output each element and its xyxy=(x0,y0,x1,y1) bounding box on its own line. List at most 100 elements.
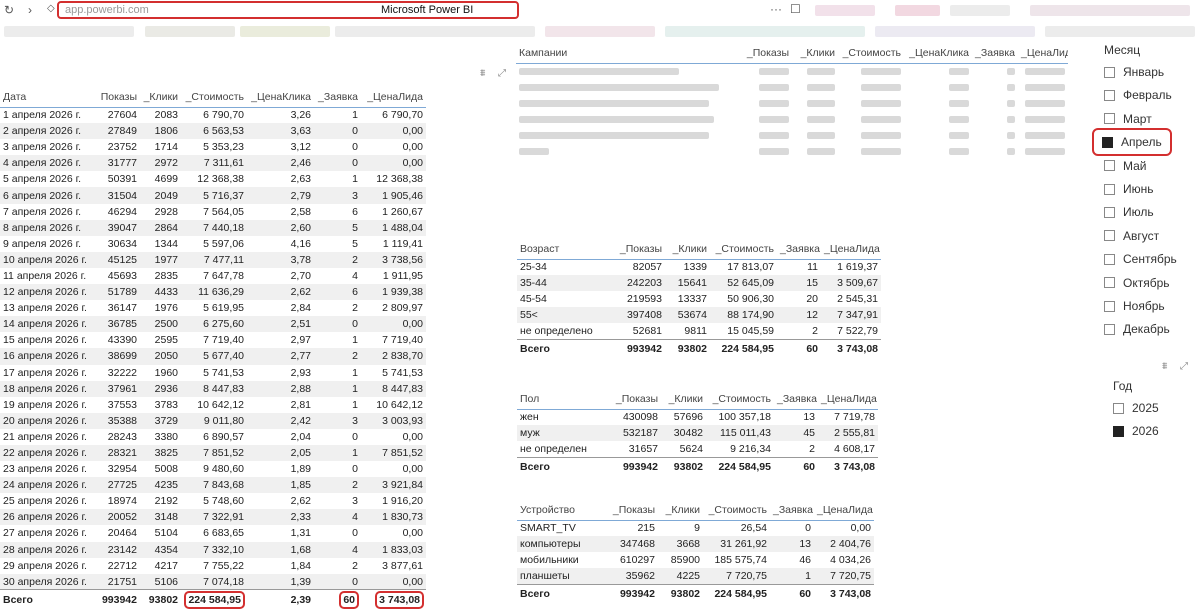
column-header[interactable]: _ЦенаКлика xyxy=(247,87,314,108)
table-row[interactable] xyxy=(516,63,1068,79)
column-header[interactable]: _ЦенаЛида xyxy=(814,500,874,521)
checkbox[interactable] xyxy=(1113,402,1124,414)
table-row[interactable]: 13 апреля 2026 г. 36147 1976 5 619,95 2,84 2 2… xyxy=(0,300,426,316)
table-row[interactable]: 29 апреля 2026 г. 22712 4217 7 755,22 1,84 2 3… xyxy=(0,558,426,574)
checkbox[interactable] xyxy=(1104,253,1115,265)
table-row[interactable]: 3 апреля 2026 г. 23752 1714 5 353,23 3,12 0 0,… xyxy=(0,139,426,155)
month-option[interactable]: Октябрь xyxy=(1104,273,1170,293)
column-header[interactable]: _Заявка xyxy=(770,500,814,521)
checkbox[interactable] xyxy=(1104,160,1115,172)
column-header[interactable]: _Заявка xyxy=(314,87,361,108)
checkbox[interactable] xyxy=(1104,277,1115,289)
table-row[interactable]: 26 апреля 2026 г. 20052 3148 7 322,91 2,33 4 1… xyxy=(0,509,426,526)
focus-mode-icon[interactable]: ⤢ xyxy=(498,68,506,79)
column-header[interactable]: _ЦенаЛида xyxy=(821,239,881,260)
table-row[interactable]: 8 апреля 2026 г. 39047 2864 7 440,18 2,60 5 1 … xyxy=(0,219,426,236)
checkbox[interactable] xyxy=(1102,136,1113,148)
month-option[interactable]: Июнь xyxy=(1104,179,1154,199)
checkbox[interactable] xyxy=(1104,89,1115,101)
table-row[interactable]: 22 апреля 2026 г. 28321 3825 7 851,52 2,05 1 7… xyxy=(0,444,426,462)
table-row[interactable] xyxy=(516,111,1068,127)
month-option[interactable]: Апрель xyxy=(1092,128,1172,157)
column-header[interactable]: _Показы xyxy=(592,500,658,521)
focus-mode-icon[interactable]: ⤢ xyxy=(1180,361,1188,372)
table-row[interactable]: 35-44 242203 15641 52 645,09 15 3 509,67 xyxy=(517,275,881,291)
month-option[interactable]: Декабрь xyxy=(1104,319,1170,339)
blurred-bookmark[interactable] xyxy=(4,26,134,37)
address-bar[interactable]: app.powerbi.com Microsoft Power BI xyxy=(57,1,519,19)
table-row[interactable]: 27 апреля 2026 г. 20464 5104 6 683,65 1,31 0 0… xyxy=(0,525,426,541)
table-row[interactable] xyxy=(516,79,1068,95)
table-row[interactable]: мобильники 610297 85900 185 575,74 46 4 034,2… xyxy=(517,552,874,568)
blurred-bookmark[interactable] xyxy=(145,26,235,37)
blurred-bookmark[interactable] xyxy=(1045,26,1195,37)
blurred-bookmark[interactable] xyxy=(665,26,865,37)
month-option[interactable]: Февраль xyxy=(1104,85,1172,105)
month-option[interactable]: Март xyxy=(1104,109,1152,129)
column-header[interactable]: _Клики xyxy=(661,389,706,410)
month-option[interactable]: Июль xyxy=(1104,202,1154,222)
table-row[interactable]: 4 апреля 2026 г. 31777 2972 7 311,61 2,46 0 0,… xyxy=(0,155,426,172)
column-header[interactable]: _Стоимость xyxy=(706,389,774,410)
checkbox[interactable] xyxy=(1113,425,1124,437)
blurred-bookmark[interactable] xyxy=(875,26,1035,37)
column-header[interactable]: _ЦенаКлика xyxy=(904,43,972,64)
column-header[interactable]: _Стоимость xyxy=(710,239,777,260)
month-option[interactable]: Ноябрь xyxy=(1104,296,1165,316)
table-row[interactable] xyxy=(516,143,1068,159)
table-row[interactable]: 17 апреля 2026 г. 32222 1960 5 741,53 2,93 1 5… xyxy=(0,365,426,381)
column-header[interactable]: Показы xyxy=(88,87,140,108)
table-row[interactable]: 25-34 82057 1339 17 813,07 11 1 619,37 xyxy=(517,259,881,275)
table-row[interactable]: 30 апреля 2026 г. 21751 5106 7 074,18 1,39 0 0… xyxy=(0,573,426,590)
column-header[interactable]: _Стоимость xyxy=(703,500,770,521)
checkbox[interactable] xyxy=(1104,66,1115,78)
column-header[interactable]: Устройство xyxy=(517,500,592,521)
table-row[interactable]: 14 апреля 2026 г. 36785 2500 6 275,60 2,51 0 0… xyxy=(0,316,426,333)
table-row[interactable]: не определено 52681 9811 15 045,59 2 7 522,79 xyxy=(517,323,881,339)
table-row[interactable]: 10 апреля 2026 г. 45125 1977 7 477,11 3,78 2 3… xyxy=(0,251,426,268)
table-row[interactable]: 1 апреля 2026 г. 27604 2083 6 790,70 3,26 1 6 … xyxy=(0,107,426,123)
blurred-bookmark[interactable] xyxy=(545,26,655,37)
column-header[interactable]: _Показы xyxy=(722,43,792,64)
column-header[interactable]: _Заявка xyxy=(972,43,1018,64)
back-icon[interactable]: › xyxy=(28,3,32,17)
table-row[interactable]: 11 апреля 2026 г. 45693 2835 7 647,78 2,70 4 1… xyxy=(0,268,426,284)
checkbox[interactable] xyxy=(1104,300,1115,312)
checkbox[interactable] xyxy=(1104,206,1115,218)
table-row[interactable]: 5 апреля 2026 г. 50391 4699 12 368,38 2,63 1 1… xyxy=(0,171,426,187)
table-row[interactable]: не определен 31657 5624 9 216,34 2 4 608,17 xyxy=(517,441,878,457)
column-header[interactable]: _Стоимость xyxy=(838,43,904,64)
column-header[interactable]: _Клики xyxy=(792,43,838,64)
month-option[interactable]: Сентябрь xyxy=(1104,249,1177,269)
table-row[interactable]: 25 апреля 2026 г. 18974 2192 5 748,60 2,62 3 1… xyxy=(0,493,426,509)
blurred-bookmark[interactable] xyxy=(335,26,535,37)
table-row[interactable]: 15 апреля 2026 г. 43390 2595 7 719,40 2,97 1 7… xyxy=(0,332,426,348)
column-header[interactable]: Кампании xyxy=(516,43,722,64)
checkbox[interactable] xyxy=(1104,323,1115,335)
table-row[interactable]: 23 апреля 2026 г. 32954 5008 9 480,60 1,89 0 0… xyxy=(0,461,426,477)
column-header[interactable]: Пол xyxy=(517,389,595,410)
checkbox[interactable] xyxy=(1104,113,1115,125)
month-option[interactable]: Май xyxy=(1104,156,1147,176)
column-header[interactable]: _Показы xyxy=(599,239,665,260)
filter-icon[interactable]: ⩩ xyxy=(1162,361,1167,372)
table-row[interactable]: SMART_TV 215 9 26,54 0 0,00 xyxy=(517,520,874,536)
table-row[interactable]: 21 апреля 2026 г. 28243 3380 6 890,57 2,04 0 0… xyxy=(0,429,426,445)
table-row[interactable]: 18 апреля 2026 г. 37961 2936 8 447,83 2,88 1 8… xyxy=(0,380,426,397)
checkbox[interactable] xyxy=(1104,230,1115,242)
month-option[interactable]: Январь xyxy=(1104,62,1164,82)
column-header[interactable]: _ЦенаЛида xyxy=(1018,43,1068,64)
table-row[interactable]: планшеты 35962 4225 7 720,75 1 7 720,75 xyxy=(517,568,874,584)
column-header[interactable]: _Клики xyxy=(140,87,181,108)
table-row[interactable]: жен 430098 57696 100 357,18 13 7 719,78 xyxy=(517,409,878,425)
table-row[interactable]: 19 апреля 2026 г. 37553 3783 10 642,12 2,81 1… xyxy=(0,397,426,413)
table-row[interactable]: 20 апреля 2026 г. 35388 3729 9 011,80 2,42 3 3… xyxy=(0,412,426,429)
column-header[interactable]: _Стоимость xyxy=(181,87,247,108)
column-header[interactable]: _ЦенаЛида xyxy=(361,87,426,108)
year-option[interactable]: 2025 xyxy=(1113,398,1159,418)
bookmark-icon[interactable]: ☐ xyxy=(790,2,801,16)
refresh-icon[interactable]: ↻ xyxy=(4,3,14,17)
filter-icon[interactable]: ⩩ xyxy=(480,68,485,79)
month-option[interactable]: Август xyxy=(1104,226,1159,246)
column-header[interactable]: _Заявка xyxy=(774,389,818,410)
